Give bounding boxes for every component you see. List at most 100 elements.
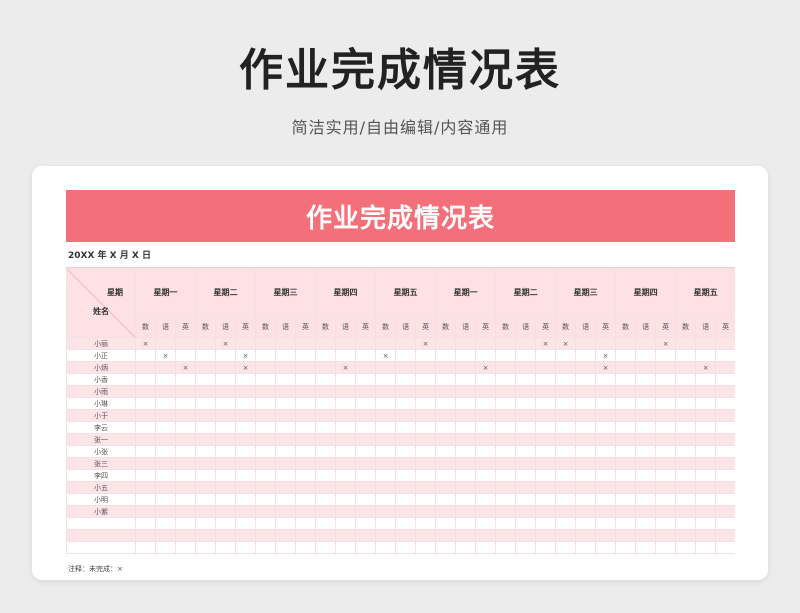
status-cell[interactable] [355, 469, 377, 482]
status-cell[interactable] [195, 541, 217, 554]
status-cell[interactable] [415, 385, 437, 398]
status-cell[interactable] [155, 409, 176, 422]
status-cell[interactable] [655, 349, 677, 362]
status-cell[interactable] [335, 493, 357, 506]
status-cell[interactable] [415, 517, 437, 530]
student-name[interactable]: 小五 [66, 481, 136, 494]
status-cell[interactable] [235, 397, 257, 410]
status-cell[interactable]: × [235, 361, 257, 374]
status-cell[interactable] [255, 337, 277, 350]
status-cell[interactable] [315, 481, 337, 494]
status-cell[interactable] [235, 529, 257, 542]
status-cell[interactable] [174, 385, 197, 398]
status-cell[interactable] [515, 433, 537, 446]
status-cell[interactable] [135, 493, 156, 506]
status-cell[interactable] [715, 349, 735, 362]
status-cell[interactable] [355, 409, 377, 422]
status-cell[interactable] [515, 361, 537, 374]
status-cell[interactable] [695, 445, 717, 458]
status-cell[interactable] [635, 349, 657, 362]
status-cell[interactable] [335, 385, 357, 398]
status-cell[interactable] [615, 445, 637, 458]
status-cell[interactable] [375, 469, 397, 482]
student-name[interactable]: 小丽 [66, 337, 136, 350]
status-cell[interactable] [155, 361, 176, 374]
status-cell[interactable] [315, 409, 337, 422]
status-cell[interactable] [435, 385, 457, 398]
student-name[interactable]: 李云 [66, 421, 136, 434]
status-cell[interactable] [295, 349, 317, 362]
status-cell[interactable] [215, 409, 237, 422]
status-cell[interactable] [395, 421, 417, 434]
status-cell[interactable] [215, 373, 237, 386]
status-cell[interactable] [595, 517, 617, 530]
status-cell[interactable] [535, 397, 557, 410]
status-cell[interactable] [355, 361, 377, 374]
status-cell[interactable] [435, 481, 457, 494]
status-cell[interactable] [555, 373, 577, 386]
status-cell[interactable] [155, 397, 176, 410]
status-cell[interactable] [615, 373, 637, 386]
status-cell[interactable] [395, 481, 417, 494]
status-cell[interactable] [375, 529, 397, 542]
status-cell[interactable] [515, 481, 537, 494]
status-cell[interactable] [275, 385, 297, 398]
status-cell[interactable] [455, 493, 477, 506]
status-cell[interactable] [195, 385, 217, 398]
status-cell[interactable] [675, 337, 697, 350]
status-cell[interactable] [695, 385, 717, 398]
status-cell[interactable] [135, 409, 156, 422]
status-cell[interactable] [135, 385, 156, 398]
status-cell[interactable] [415, 421, 437, 434]
status-cell[interactable] [295, 373, 317, 386]
status-cell[interactable] [535, 409, 557, 422]
status-cell[interactable] [575, 517, 597, 530]
status-cell[interactable] [174, 457, 197, 470]
student-name[interactable]: 张一 [66, 433, 136, 446]
student-name[interactable] [66, 541, 136, 554]
status-cell[interactable] [415, 361, 437, 374]
status-cell[interactable] [275, 541, 297, 554]
status-cell[interactable] [255, 493, 277, 506]
status-cell[interactable] [375, 493, 397, 506]
status-cell[interactable] [495, 337, 517, 350]
status-cell[interactable] [495, 385, 517, 398]
status-cell[interactable] [135, 517, 156, 530]
status-cell[interactable] [635, 421, 657, 434]
status-cell[interactable] [135, 373, 156, 386]
status-cell[interactable] [155, 433, 176, 446]
status-cell[interactable] [455, 361, 477, 374]
status-cell[interactable] [375, 433, 397, 446]
status-cell[interactable] [235, 373, 257, 386]
status-cell[interactable] [595, 337, 617, 350]
status-cell[interactable] [715, 361, 735, 374]
status-cell[interactable] [195, 529, 217, 542]
status-cell[interactable] [575, 529, 597, 542]
status-cell[interactable] [615, 337, 637, 350]
status-cell[interactable] [435, 397, 457, 410]
status-cell[interactable] [315, 457, 337, 470]
status-cell[interactable] [555, 505, 577, 518]
status-cell[interactable] [235, 517, 257, 530]
status-cell[interactable] [715, 505, 735, 518]
status-cell[interactable] [155, 457, 176, 470]
status-cell[interactable] [695, 337, 717, 350]
status-cell[interactable] [615, 433, 637, 446]
status-cell[interactable] [195, 481, 217, 494]
status-cell[interactable] [395, 361, 417, 374]
status-cell[interactable] [395, 433, 417, 446]
status-cell[interactable] [235, 493, 257, 506]
status-cell[interactable] [174, 469, 197, 482]
status-cell[interactable] [555, 541, 577, 554]
status-cell[interactable] [215, 445, 237, 458]
status-cell[interactable]: × [155, 349, 176, 362]
status-cell[interactable] [655, 481, 677, 494]
status-cell[interactable] [555, 421, 577, 434]
status-cell[interactable] [255, 469, 277, 482]
status-cell[interactable] [655, 493, 677, 506]
status-cell[interactable] [475, 457, 497, 470]
status-cell[interactable]: × [215, 337, 237, 350]
status-cell[interactable] [655, 409, 677, 422]
status-cell[interactable] [635, 457, 657, 470]
status-cell[interactable] [515, 493, 537, 506]
